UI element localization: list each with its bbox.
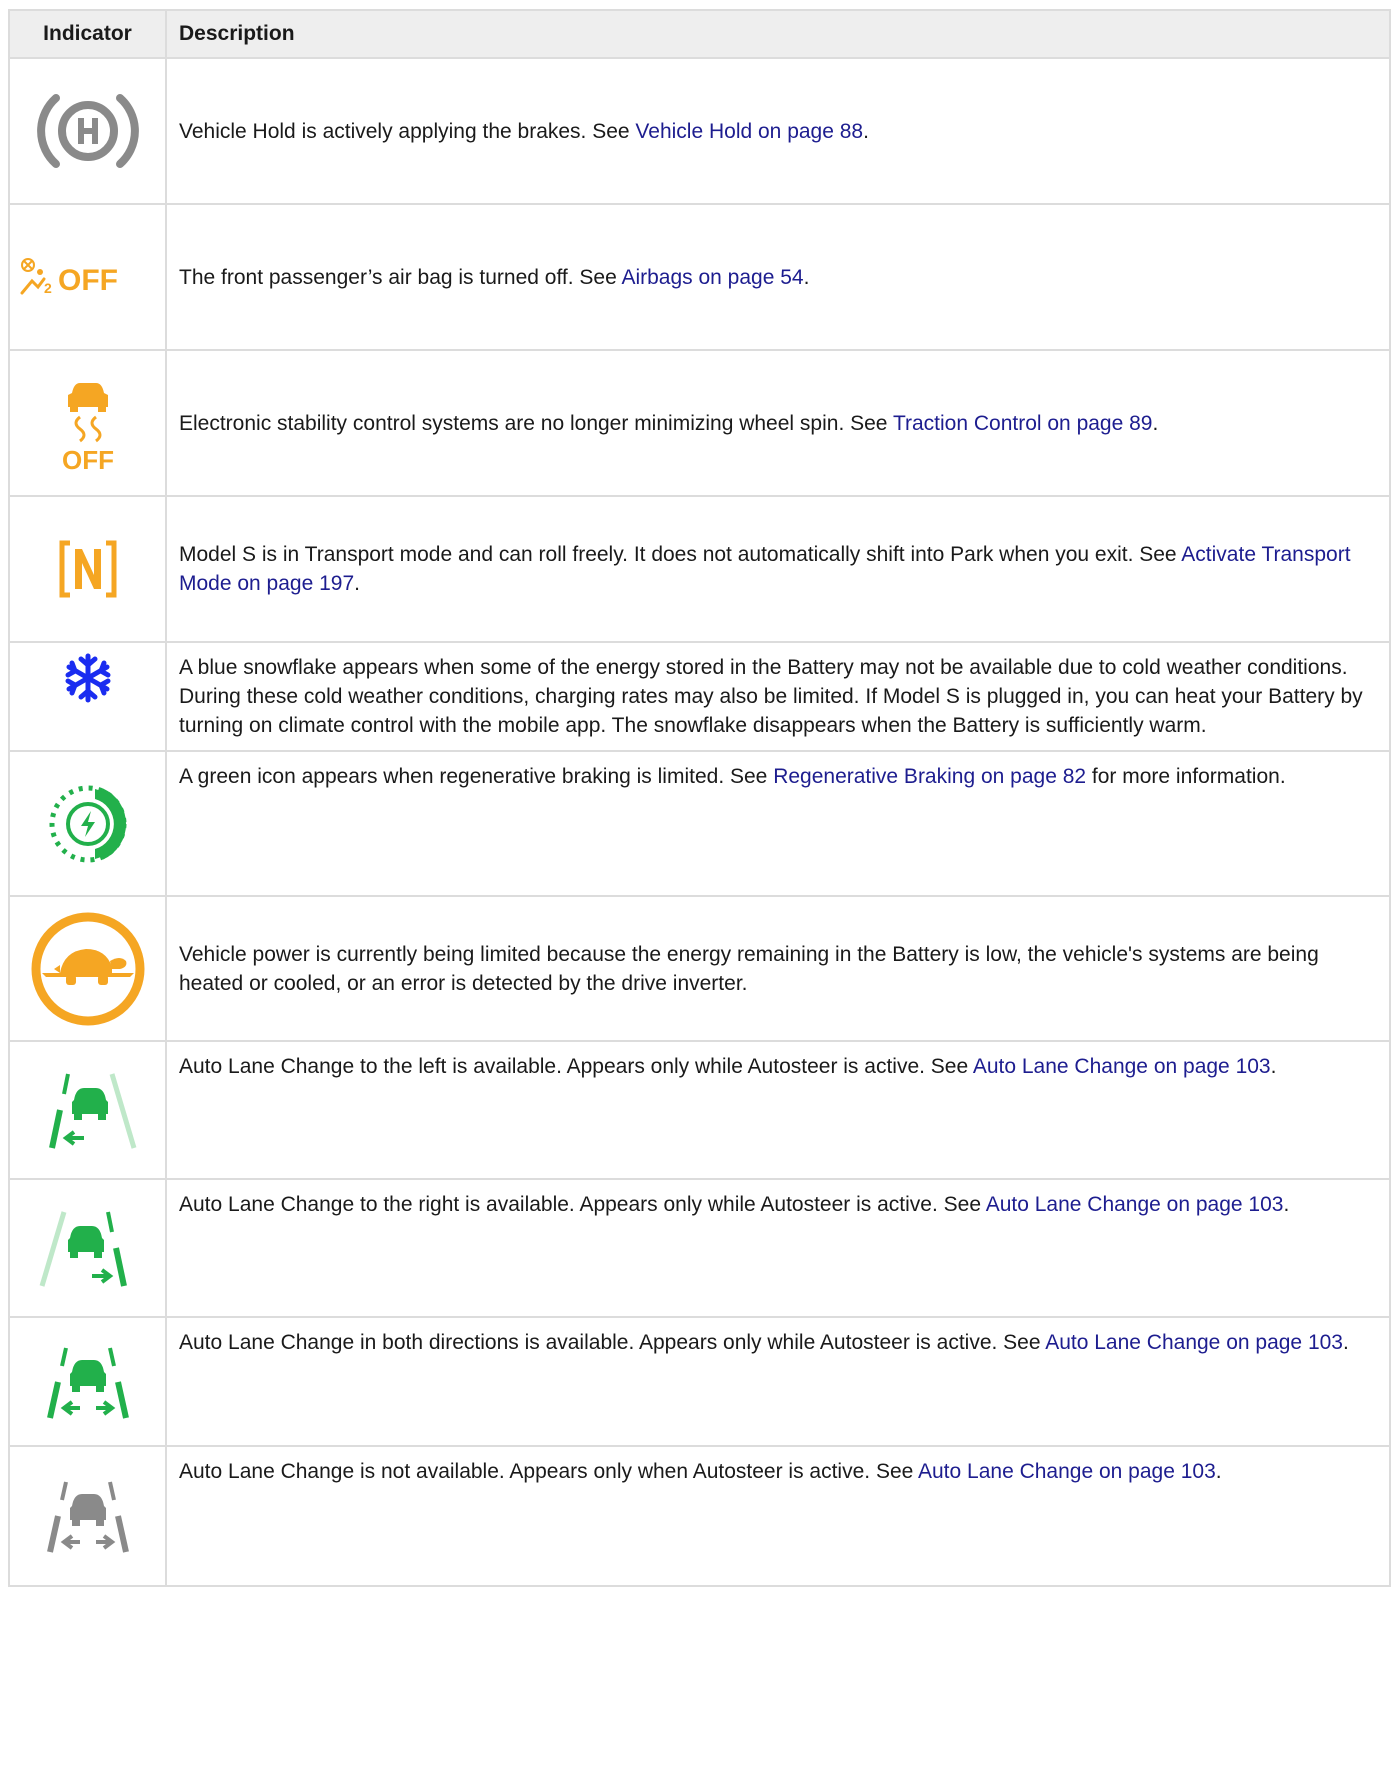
svg-text:2: 2 <box>44 280 52 296</box>
indicator-cell <box>8 1040 167 1180</box>
description-text: Auto Lane Change to the right is availab… <box>179 1193 986 1216</box>
description-suffix: . <box>1342 1331 1349 1354</box>
vehicle-hold-icon <box>36 94 139 168</box>
description-suffix: . <box>803 265 810 289</box>
description-text: A green icon appears when regenerative b… <box>179 765 774 788</box>
indicator-cell: OFF <box>8 349 167 497</box>
description-suffix: . <box>1215 1460 1222 1483</box>
indicator-cell <box>8 495 167 643</box>
table-row: 2 OFF The front passenger’s air bag is t… <box>8 203 1391 351</box>
table-row: Auto Lane Change to the left is availabl… <box>8 1040 1391 1180</box>
table-row: Model S is in Transport mode and can rol… <box>8 495 1391 643</box>
description-suffix: for more information. <box>1086 765 1286 788</box>
indicator-cell <box>8 1445 167 1587</box>
description-suffix: . <box>1270 1055 1277 1078</box>
description-suffix: . <box>1152 411 1159 435</box>
table-row: A green icon appears when regenerative b… <box>8 750 1391 897</box>
indicator-cell <box>8 1178 167 1318</box>
svg-text:OFF: OFF <box>62 445 114 471</box>
description-cell: Auto Lane Change is not available. Appea… <box>165 1445 1391 1587</box>
lane-change-right-icon <box>39 1211 127 1287</box>
description-cell: A blue snowflake appears when some of th… <box>165 641 1391 752</box>
indicator-cell <box>8 57 167 205</box>
snowflake-icon <box>65 653 110 703</box>
description-text: Auto Lane Change is not available. Appea… <box>179 1460 918 1483</box>
indicator-cell <box>8 1316 167 1447</box>
table-row: Auto Lane Change is not available. Appea… <box>8 1445 1391 1587</box>
link-auto-lane-change[interactable]: Auto Lane Change on page 103 <box>986 1193 1284 1216</box>
description-suffix: . <box>354 572 360 595</box>
description-text: Model S is in Transport mode and can rol… <box>179 543 1182 566</box>
indicator-cell <box>8 750 167 897</box>
description-suffix: . <box>1283 1193 1290 1216</box>
traction-control-off-icon: OFF <box>62 383 114 471</box>
lane-change-both-icon <box>46 1347 129 1419</box>
lane-change-left-icon <box>48 1073 136 1149</box>
description-cell: The front passenger’s air bag is turned … <box>165 203 1391 351</box>
description-text: Vehicle power is currently being limited… <box>179 942 1319 995</box>
table-row: OFF Electronic stability control systems… <box>8 349 1391 497</box>
description-cell: Model S is in Transport mode and can rol… <box>165 495 1391 643</box>
indicator-table: Indicator Description Vehicle Hold is ac… <box>8 9 1391 1587</box>
link-vehicle-hold[interactable]: Vehicle Hold on page 88 <box>635 120 863 143</box>
description-text: Auto Lane Change to the left is availabl… <box>179 1055 973 1078</box>
table-row: Auto Lane Change in both directions is a… <box>8 1316 1391 1447</box>
table-row: Vehicle power is currently being limited… <box>8 895 1391 1042</box>
svg-text:OFF: OFF <box>58 264 118 297</box>
description-text: The front passenger’s air bag is turned … <box>179 265 622 289</box>
description-suffix: . <box>863 119 869 143</box>
link-traction-control[interactable]: Traction Control on page 89 <box>893 412 1153 435</box>
passenger-airbag-off-icon: 2 OFF <box>20 258 118 297</box>
table-row: Vehicle Hold is actively applying the br… <box>8 57 1391 205</box>
link-auto-lane-change[interactable]: Auto Lane Change on page 103 <box>1045 1331 1343 1354</box>
lane-change-unavailable-icon <box>46 1481 129 1553</box>
table-row: Auto Lane Change to the right is availab… <box>8 1178 1391 1318</box>
description-cell: Auto Lane Change to the right is availab… <box>165 1178 1391 1318</box>
description-cell: Vehicle power is currently being limited… <box>165 895 1391 1042</box>
link-auto-lane-change[interactable]: Auto Lane Change on page 103 <box>918 1460 1216 1483</box>
description-cell: Auto Lane Change to the left is availabl… <box>165 1040 1391 1180</box>
description-cell: Vehicle Hold is actively applying the br… <box>165 57 1391 205</box>
link-regenerative-braking[interactable]: Regenerative Braking on page 82 <box>773 765 1086 788</box>
description-text: Auto Lane Change in both directions is a… <box>179 1331 1046 1354</box>
description-text: Vehicle Hold is actively applying the br… <box>179 119 636 143</box>
link-airbags[interactable]: Airbags on page 54 <box>621 266 803 289</box>
regen-braking-limited-icon <box>49 785 126 862</box>
power-limited-turtle-icon <box>31 912 144 1025</box>
table-row: A blue snowflake appears when some of th… <box>8 641 1391 752</box>
description-cell: A green icon appears when regenerative b… <box>165 750 1391 897</box>
transport-mode-icon <box>59 540 116 598</box>
description-text: A blue snowflake appears when some of th… <box>179 656 1363 737</box>
description-cell: Auto Lane Change in both directions is a… <box>165 1316 1391 1447</box>
indicator-cell: 2 OFF <box>8 203 167 351</box>
description-text: Electronic stability control systems are… <box>179 411 893 435</box>
indicator-cell <box>8 895 167 1042</box>
header-indicator: Indicator <box>8 9 167 59</box>
indicator-cell <box>8 641 167 752</box>
description-cell: Electronic stability control systems are… <box>165 349 1391 497</box>
table-header-row: Indicator Description <box>8 9 1391 59</box>
header-description: Description <box>165 9 1391 59</box>
link-auto-lane-change[interactable]: Auto Lane Change on page 103 <box>973 1055 1271 1078</box>
